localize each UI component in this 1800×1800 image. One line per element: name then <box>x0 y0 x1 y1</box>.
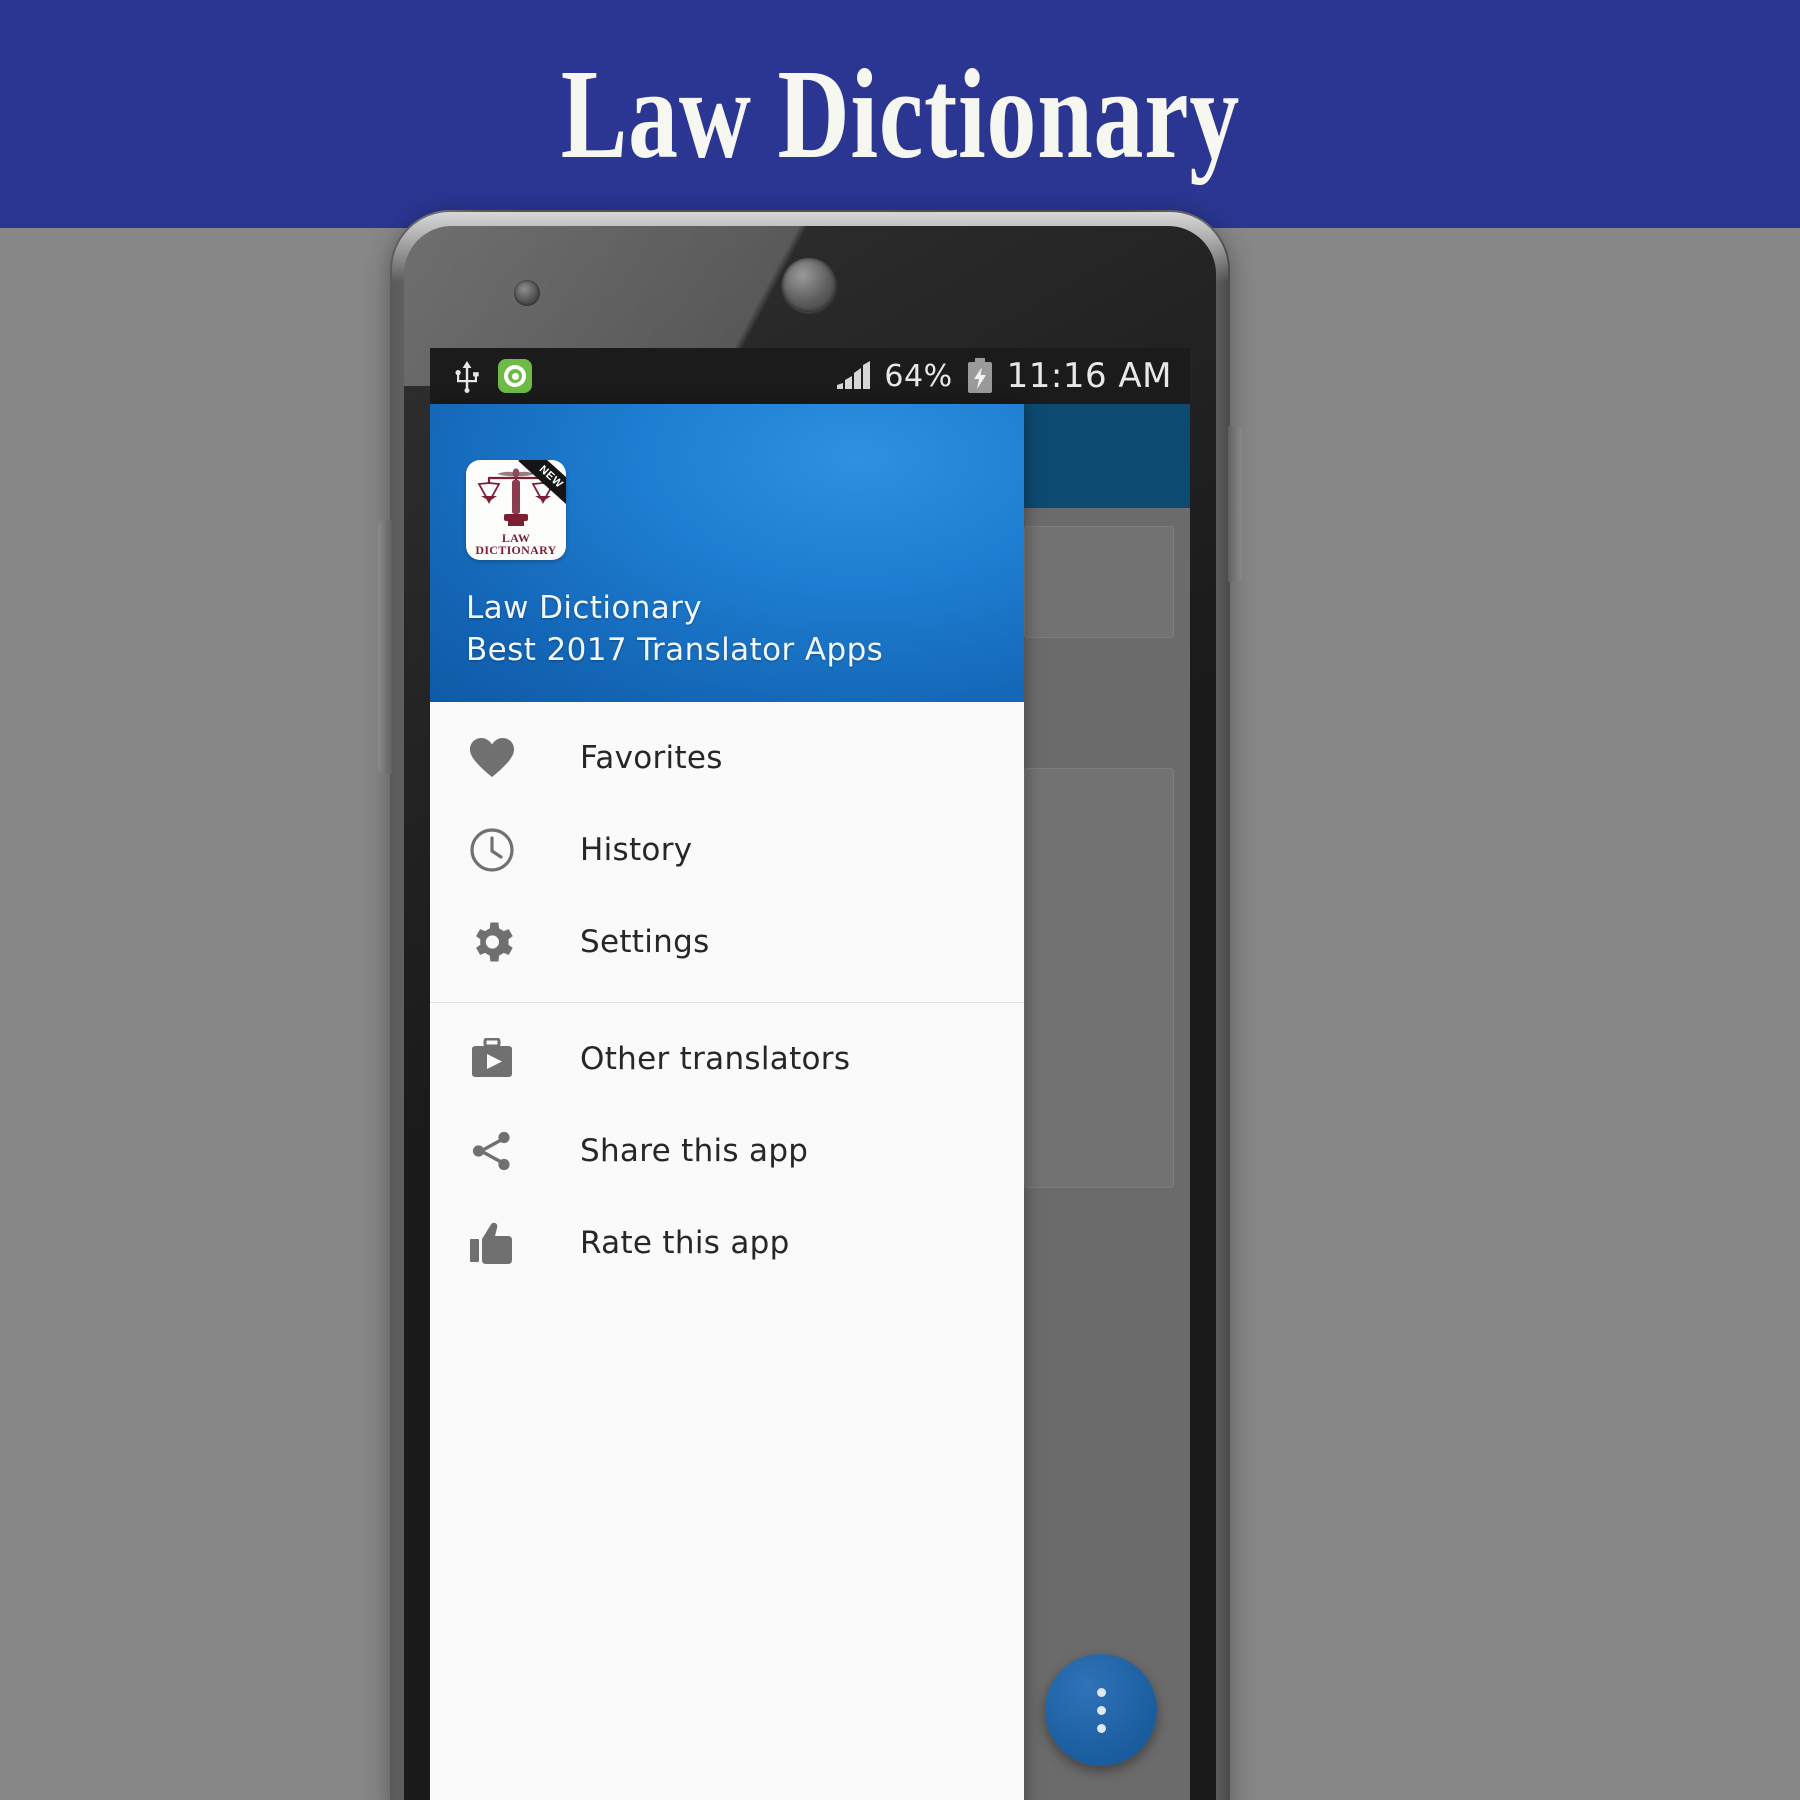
drawer-item-label: Other translators <box>580 1041 851 1077</box>
status-bar-clock: 11:16 AM <box>1006 356 1172 396</box>
drawer-item-history[interactable]: History <box>430 804 1024 896</box>
volume-button[interactable] <box>378 520 392 774</box>
drawer-app-subtitle: Best 2017 Translator Apps <box>466 632 884 668</box>
thumbs-up-icon <box>466 1217 518 1269</box>
drawer-secondary-list: Other translators Share this app Rate th… <box>430 1003 1024 1289</box>
battery-charging-icon <box>966 358 994 394</box>
drawer-item-other-translators[interactable]: Other translators <box>430 1013 1024 1105</box>
overflow-menu-icon <box>1096 1705 1106 1715</box>
drawer-primary-list: Favorites History Settings <box>430 702 1024 988</box>
app-notification-ring <box>504 365 526 387</box>
background-card <box>1024 526 1174 638</box>
battery-percent: 64% <box>884 358 953 394</box>
app-notification-icon <box>498 359 532 393</box>
drawer-item-settings[interactable]: Settings <box>430 896 1024 988</box>
drawer-item-label: Favorites <box>580 740 723 776</box>
power-button[interactable] <box>1228 426 1242 582</box>
overflow-menu-icon <box>1096 1687 1106 1697</box>
heart-icon <box>466 732 518 784</box>
drawer-item-label: Share this app <box>580 1133 809 1169</box>
drawer-item-label: Rate this app <box>580 1225 790 1261</box>
app-icon-caption: LAW DICTIONARY <box>466 532 566 556</box>
briefcase-play-icon <box>466 1033 518 1085</box>
gear-icon <box>466 916 518 968</box>
overflow-menu-icon <box>1096 1723 1106 1733</box>
app-icon-caption-line2: DICTIONARY <box>475 543 557 557</box>
drawer-item-favorites[interactable]: Favorites <box>430 712 1024 804</box>
drawer-header: LAW DICTIONARY NEW Law Dictionary Best 2… <box>430 404 1024 702</box>
front-camera-icon <box>514 280 540 306</box>
drawer-item-rate-this-app[interactable]: Rate this app <box>430 1197 1024 1289</box>
law-dictionary-app-icon: LAW DICTIONARY NEW <box>466 460 566 560</box>
drawer-item-share-this-app[interactable]: Share this app <box>430 1105 1024 1197</box>
drawer-app-title: Law Dictionary <box>466 590 703 626</box>
status-bar-left <box>454 359 532 393</box>
overflow-menu-fab[interactable] <box>1045 1654 1157 1766</box>
status-bar: 64% 11:16 AM <box>430 348 1190 404</box>
usb-icon <box>454 359 480 393</box>
app-notification-dot <box>511 372 519 380</box>
banner-title: Law Dictionary <box>560 43 1240 185</box>
phone-screen: 64% 11:16 AM LAW DICTIONARY NEW Law Dict… <box>430 348 1190 1800</box>
screenshot-root: Law Dictionary 64% 11:16 AM LAW DICTIONA… <box>0 0 1800 1800</box>
status-bar-right: 64% 11:16 AM <box>835 356 1180 396</box>
background-card <box>1024 768 1174 1188</box>
share-icon <box>466 1125 518 1177</box>
promo-banner: Law Dictionary <box>0 0 1800 228</box>
drawer-item-label: Settings <box>580 924 710 960</box>
signal-bars-icon <box>835 361 871 391</box>
phone-device: 64% 11:16 AM LAW DICTIONARY NEW Law Dict… <box>378 210 1242 1800</box>
clock-icon <box>466 824 518 876</box>
navigation-drawer: LAW DICTIONARY NEW Law Dictionary Best 2… <box>430 404 1024 1800</box>
drawer-item-label: History <box>580 832 693 868</box>
proximity-sensor-icon <box>782 258 836 312</box>
